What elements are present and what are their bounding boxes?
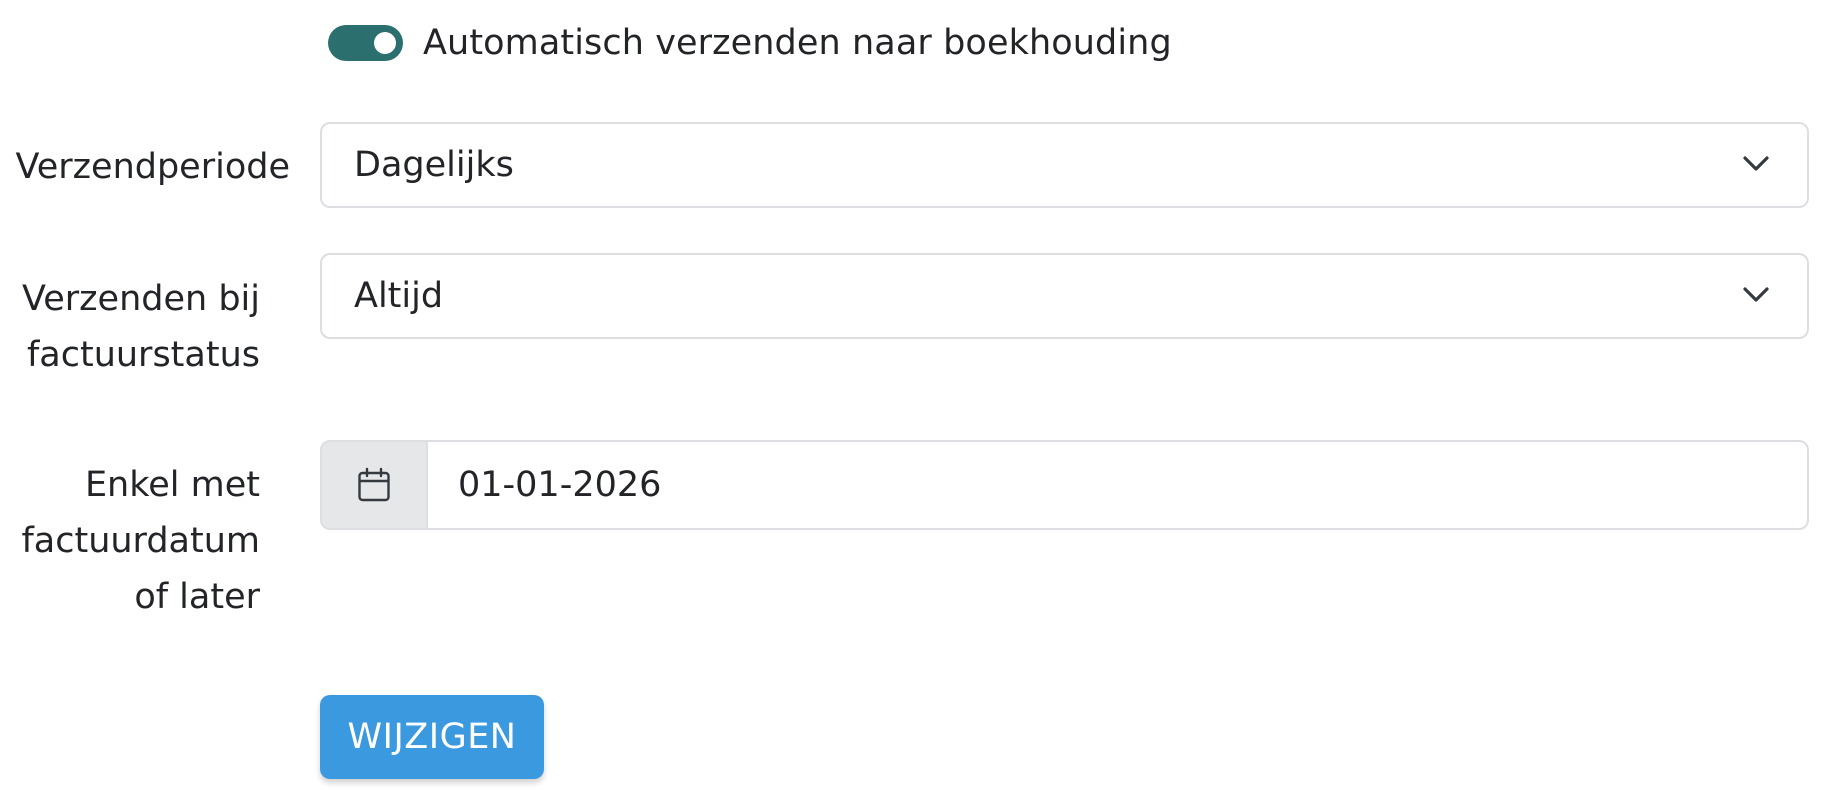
chevron-down-icon (1743, 156, 1769, 171)
invoice-status-label: Verzenden bij factuurstatus (22, 271, 260, 383)
invoice-status-value: Altijd (354, 276, 444, 316)
invoice-date-input-group (320, 440, 1809, 530)
chevron-down-icon (1743, 287, 1769, 302)
auto-send-toggle[interactable] (328, 25, 403, 61)
save-button[interactable]: WIJZIGEN (320, 695, 544, 779)
invoice-status-label-line1: Verzenden bij (22, 279, 260, 319)
invoice-date-label-line2: factuurdatum (21, 521, 260, 561)
invoice-status-select[interactable]: Altijd (320, 253, 1809, 339)
send-period-select[interactable]: Dagelijks (320, 122, 1809, 208)
toggle-knob (374, 32, 396, 54)
send-period-label: Verzendperiode (16, 139, 290, 195)
invoice-date-field[interactable] (428, 442, 1807, 528)
calendar-addon[interactable] (322, 442, 428, 528)
auto-send-label: Automatisch verzenden naar boekhouding (423, 23, 1172, 63)
send-period-label-text: Verzendperiode (15, 147, 290, 187)
invoice-date-label-line3: of later (134, 577, 260, 617)
invoice-status-label-line2: factuurstatus (26, 335, 260, 375)
accounting-export-settings: Automatisch verzenden naar boekhouding V… (0, 0, 1823, 790)
invoice-date-label: Enkel met factuurdatum of later (21, 457, 260, 625)
auto-send-toggle-row: Automatisch verzenden naar boekhouding (328, 23, 1172, 63)
calendar-icon (358, 467, 390, 502)
invoice-date-label-line1: Enkel met (84, 465, 260, 505)
send-period-value: Dagelijks (354, 145, 514, 185)
